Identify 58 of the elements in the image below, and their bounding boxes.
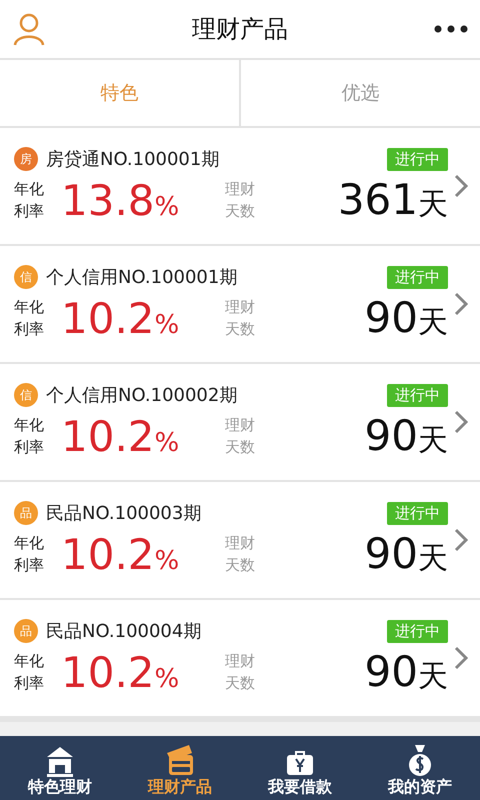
nav-tab[interactable]: 特色理财 [0,736,120,800]
more-icon[interactable] [434,25,468,33]
chevron-right-icon [454,410,468,434]
product-card[interactable]: 信 个人信用NO.100001期 进行中 年化 利率 10.2% 理财 天数 90天 [0,246,480,362]
rate-label: 年化 利率 [14,179,45,222]
product-name: 民品NO.100004期 [46,620,202,643]
category-badge: 品 [14,501,38,525]
interest-rate: 10.2% [61,530,180,578]
category-badge: 房 [14,147,38,171]
term-label: 理财 天数 [225,297,256,340]
category-badge: 信 [14,265,38,289]
rate-label: 年化 利率 [14,651,45,694]
interest-rate: 10.2% [61,294,180,342]
term-days: 90天 [258,411,448,461]
term-days: 90天 [258,529,448,579]
chevron-right-icon [454,174,468,198]
nav-label: 我的资产 [388,777,452,798]
status-tag: 进行中 [387,266,448,288]
product-card[interactable]: 信 个人信用NO.100002期 进行中 年化 利率 10.2% 理财 天数 90天 [0,364,480,480]
nav-tab[interactable]: 我要借款 [240,736,360,800]
product-name: 个人信用NO.100001期 [46,266,238,289]
chevron-right-icon [454,292,468,316]
chevron-right-icon [454,646,468,670]
nav-tab[interactable]: 理财产品 [120,736,240,800]
status-tag: 进行中 [387,148,448,170]
bank-icon [45,745,75,777]
rate-label: 年化 利率 [14,297,45,340]
product-name: 房贷通NO.100001期 [46,148,220,171]
product-card[interactable]: 品 民品NO.100004期 进行中 年化 利率 10.2% 理财 天数 90天 [0,600,480,716]
term-label: 理财 天数 [225,415,256,458]
status-tag: 进行中 [387,384,448,406]
term-days: 90天 [258,647,448,697]
nav-label: 理财产品 [148,777,212,798]
product-card[interactable]: 房 房贷通NO.100001期 进行中 年化 利率 13.8% 理财 天数 361天 [0,128,480,244]
rate-label: 年化 利率 [14,415,45,458]
status-tag: 进行中 [387,502,448,524]
nav-label: 我要借款 [268,777,332,798]
category-badge: 品 [14,619,38,643]
interest-rate: 13.8% [61,176,180,224]
product-card[interactable]: 品 民品NO.100003期 进行中 年化 利率 10.2% 理财 天数 90天 [0,482,480,598]
nav-tab[interactable]: 我的资产 [360,736,480,800]
interest-rate: 10.2% [61,412,180,460]
term-label: 理财 天数 [225,651,256,694]
term-days: 90天 [258,293,448,343]
term-days: 361天 [258,175,448,225]
category-badge: 信 [14,383,38,407]
term-label: 理财 天数 [225,179,256,222]
nav-label: 特色理财 [28,777,92,798]
chevron-right-icon [454,528,468,552]
money-bag-icon [407,743,433,777]
page-title: 理财产品 [192,14,288,45]
term-label: 理财 天数 [225,533,256,576]
product-name: 个人信用NO.100002期 [46,384,238,407]
rate-label: 年化 利率 [14,533,45,576]
product-name: 民品NO.100003期 [46,502,202,525]
status-tag: 进行中 [387,620,448,642]
user-icon[interactable] [12,12,46,46]
interest-rate: 10.2% [61,648,180,696]
